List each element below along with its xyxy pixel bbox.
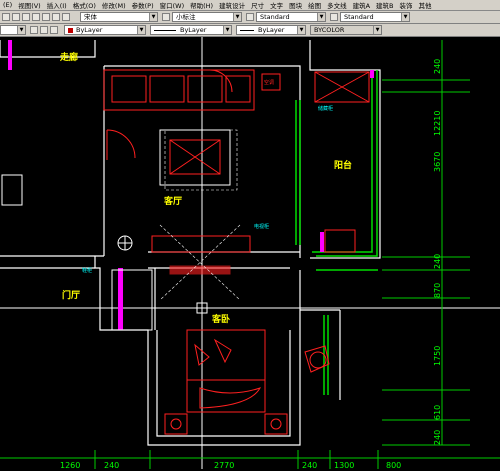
text-style-icon[interactable] (162, 13, 170, 21)
chevron-down-icon[interactable]: ▼ (149, 13, 157, 21)
chevron-down-icon[interactable]: ▼ (373, 26, 381, 34)
menu-item[interactable]: 参数(P) (129, 0, 157, 10)
dim-right-6: 610 (433, 405, 442, 420)
menu-item[interactable]: 帮助(H) (187, 0, 216, 10)
dim-style-value: Standard (260, 13, 290, 21)
menu-item[interactable]: 建筑设计 (216, 0, 248, 10)
floor-plan: 走廊 客厅 阳台 门厅 客卧 空调 电视柜 鞋柜 储藏柜 240 12210 3… (0, 37, 500, 470)
balcony-window (295, 70, 378, 395)
lineweight-select[interactable]: ByLayer ▼ (236, 25, 306, 35)
color-swatch (68, 27, 73, 33)
dim-right-0: 240 (433, 59, 442, 74)
font-select[interactable]: 宋体 ▼ (80, 12, 158, 22)
toolbar-button[interactable] (42, 13, 50, 21)
menu-item[interactable]: 插入(I) (44, 0, 70, 10)
linetype-select-value: ByLayer (180, 26, 207, 34)
chevron-down-icon[interactable]: ▼ (137, 26, 145, 34)
menu-item[interactable]: 尺寸 (248, 0, 267, 10)
menu-item[interactable]: 建筑B (373, 0, 396, 10)
label-entrance: 门厅 (62, 289, 80, 301)
menu-item[interactable]: 图块 (286, 0, 305, 10)
properties-toolbar: ▼ ByLayer ▼ ByLayer ▼ ByLayer ▼ BYCOLOR ▼ (0, 24, 500, 37)
dimension-text-right: 240 12210 3670 240 870 1750 610 240 (433, 59, 442, 445)
chevron-down-icon[interactable]: ▼ (233, 13, 241, 21)
chevron-down-icon[interactable]: ▼ (17, 26, 25, 34)
linetype-preview (154, 29, 176, 31)
plotstyle-select[interactable]: BYCOLOR ▼ (310, 25, 382, 35)
dim-bottom-0: 1260 (60, 461, 80, 469)
menu-item[interactable]: 视图(V) (15, 0, 44, 10)
toolbar-button[interactable] (22, 13, 30, 21)
table-style-icon[interactable] (330, 13, 338, 21)
layer-previous-icon[interactable] (40, 26, 48, 34)
menu-item[interactable]: (E) (0, 1, 15, 9)
table-style-value: Standard (344, 13, 374, 21)
room-labels: 走廊 客厅 阳台 门厅 客卧 (59, 51, 352, 325)
dimension-text-bottom: 1260 240 2770 240 1300 800 (60, 461, 401, 470)
dim-bottom-1: 240 (104, 461, 119, 469)
dim-bottom-5: 800 (386, 461, 401, 469)
label-guest-bedroom: 客卧 (211, 313, 230, 325)
menu-item[interactable]: 文字 (267, 0, 286, 10)
menu-item[interactable]: 窗口(W) (157, 0, 188, 10)
annotation-tv-cabinet: 电视柜 (254, 223, 269, 230)
bedroom-furniture (164, 329, 330, 435)
dim-bottom-4: 1300 (334, 461, 354, 469)
make-current-icon[interactable] (50, 26, 58, 34)
lineweight-select-value: ByLayer (258, 26, 285, 34)
toolbar-button[interactable] (52, 13, 60, 21)
dim-right-5: 1750 (433, 346, 442, 366)
dim-style-icon[interactable] (246, 13, 254, 21)
label-balcony: 阳台 (334, 159, 352, 171)
layer-manager-icon[interactable] (30, 26, 38, 34)
chevron-down-icon[interactable]: ▼ (401, 13, 409, 21)
annotation-shoe-cabinet: 鞋柜 (82, 267, 92, 274)
toolbar-button[interactable] (62, 13, 70, 21)
text-style-value: 小标注 (176, 13, 196, 21)
annotation-balcony-cabinet: 储藏柜 (318, 105, 333, 112)
plotstyle-select-value: BYCOLOR (314, 26, 345, 34)
dim-bottom-2: 2770 (214, 461, 234, 469)
linetype-select[interactable]: ByLayer ▼ (150, 25, 232, 35)
font-select-value: 宋体 (84, 13, 97, 21)
table-style-select[interactable]: Standard ▼ (340, 12, 410, 22)
dim-bottom-3: 240 (302, 461, 317, 469)
text-style-select[interactable]: 小标注 ▼ (172, 12, 242, 22)
label-corridor: 走廊 (59, 51, 78, 63)
menu-item[interactable]: 格式(O) (70, 0, 99, 10)
menu-item[interactable]: 其他 (416, 0, 435, 10)
lineweight-preview (240, 29, 254, 31)
chevron-down-icon[interactable]: ▼ (297, 26, 305, 34)
chevron-down-icon[interactable]: ▼ (223, 26, 231, 34)
chevron-down-icon[interactable]: ▼ (317, 13, 325, 21)
dim-right-7: 240 (433, 430, 442, 445)
dimension-right (382, 40, 470, 446)
decor-glyphs (1, 174, 133, 251)
menu-bar: (E) 视图(V) 插入(I) 格式(O) 修改(M) 参数(P) 窗口(W) 帮助(H) 建筑… (0, 0, 500, 11)
menu-item[interactable]: 修改(M) (99, 0, 129, 10)
color-select[interactable]: ByLayer ▼ (64, 25, 146, 35)
toolbar-button[interactable] (32, 13, 40, 21)
menu-item[interactable]: 装饰 (397, 0, 416, 10)
dim-right-2: 3670 (433, 152, 442, 172)
dim-right-3: 240 (433, 254, 442, 269)
menu-item[interactable]: 建筑A (350, 0, 373, 10)
dim-right-1: 12210 (433, 111, 442, 136)
dim-right-4: 870 (433, 283, 442, 298)
toolbar-button[interactable] (12, 13, 20, 21)
menu-item[interactable]: 多文线 (324, 0, 350, 10)
menu-item[interactable]: 绘图 (305, 0, 324, 10)
label-living-room: 客厅 (163, 195, 182, 207)
annotation-ac: 空调 (264, 79, 274, 86)
color-select-value: ByLayer (76, 26, 103, 34)
dim-style-select[interactable]: Standard ▼ (256, 12, 326, 22)
style-toolbar: 宋体 ▼ 小标注 ▼ Standard ▼ Standard ▼ (0, 11, 500, 24)
layer-select[interactable]: ▼ (0, 25, 26, 35)
toolbar-button[interactable] (2, 13, 10, 21)
drawing-canvas[interactable]: 走廊 客厅 阳台 门厅 客卧 空调 电视柜 鞋柜 储藏柜 240 12210 3… (0, 37, 500, 470)
